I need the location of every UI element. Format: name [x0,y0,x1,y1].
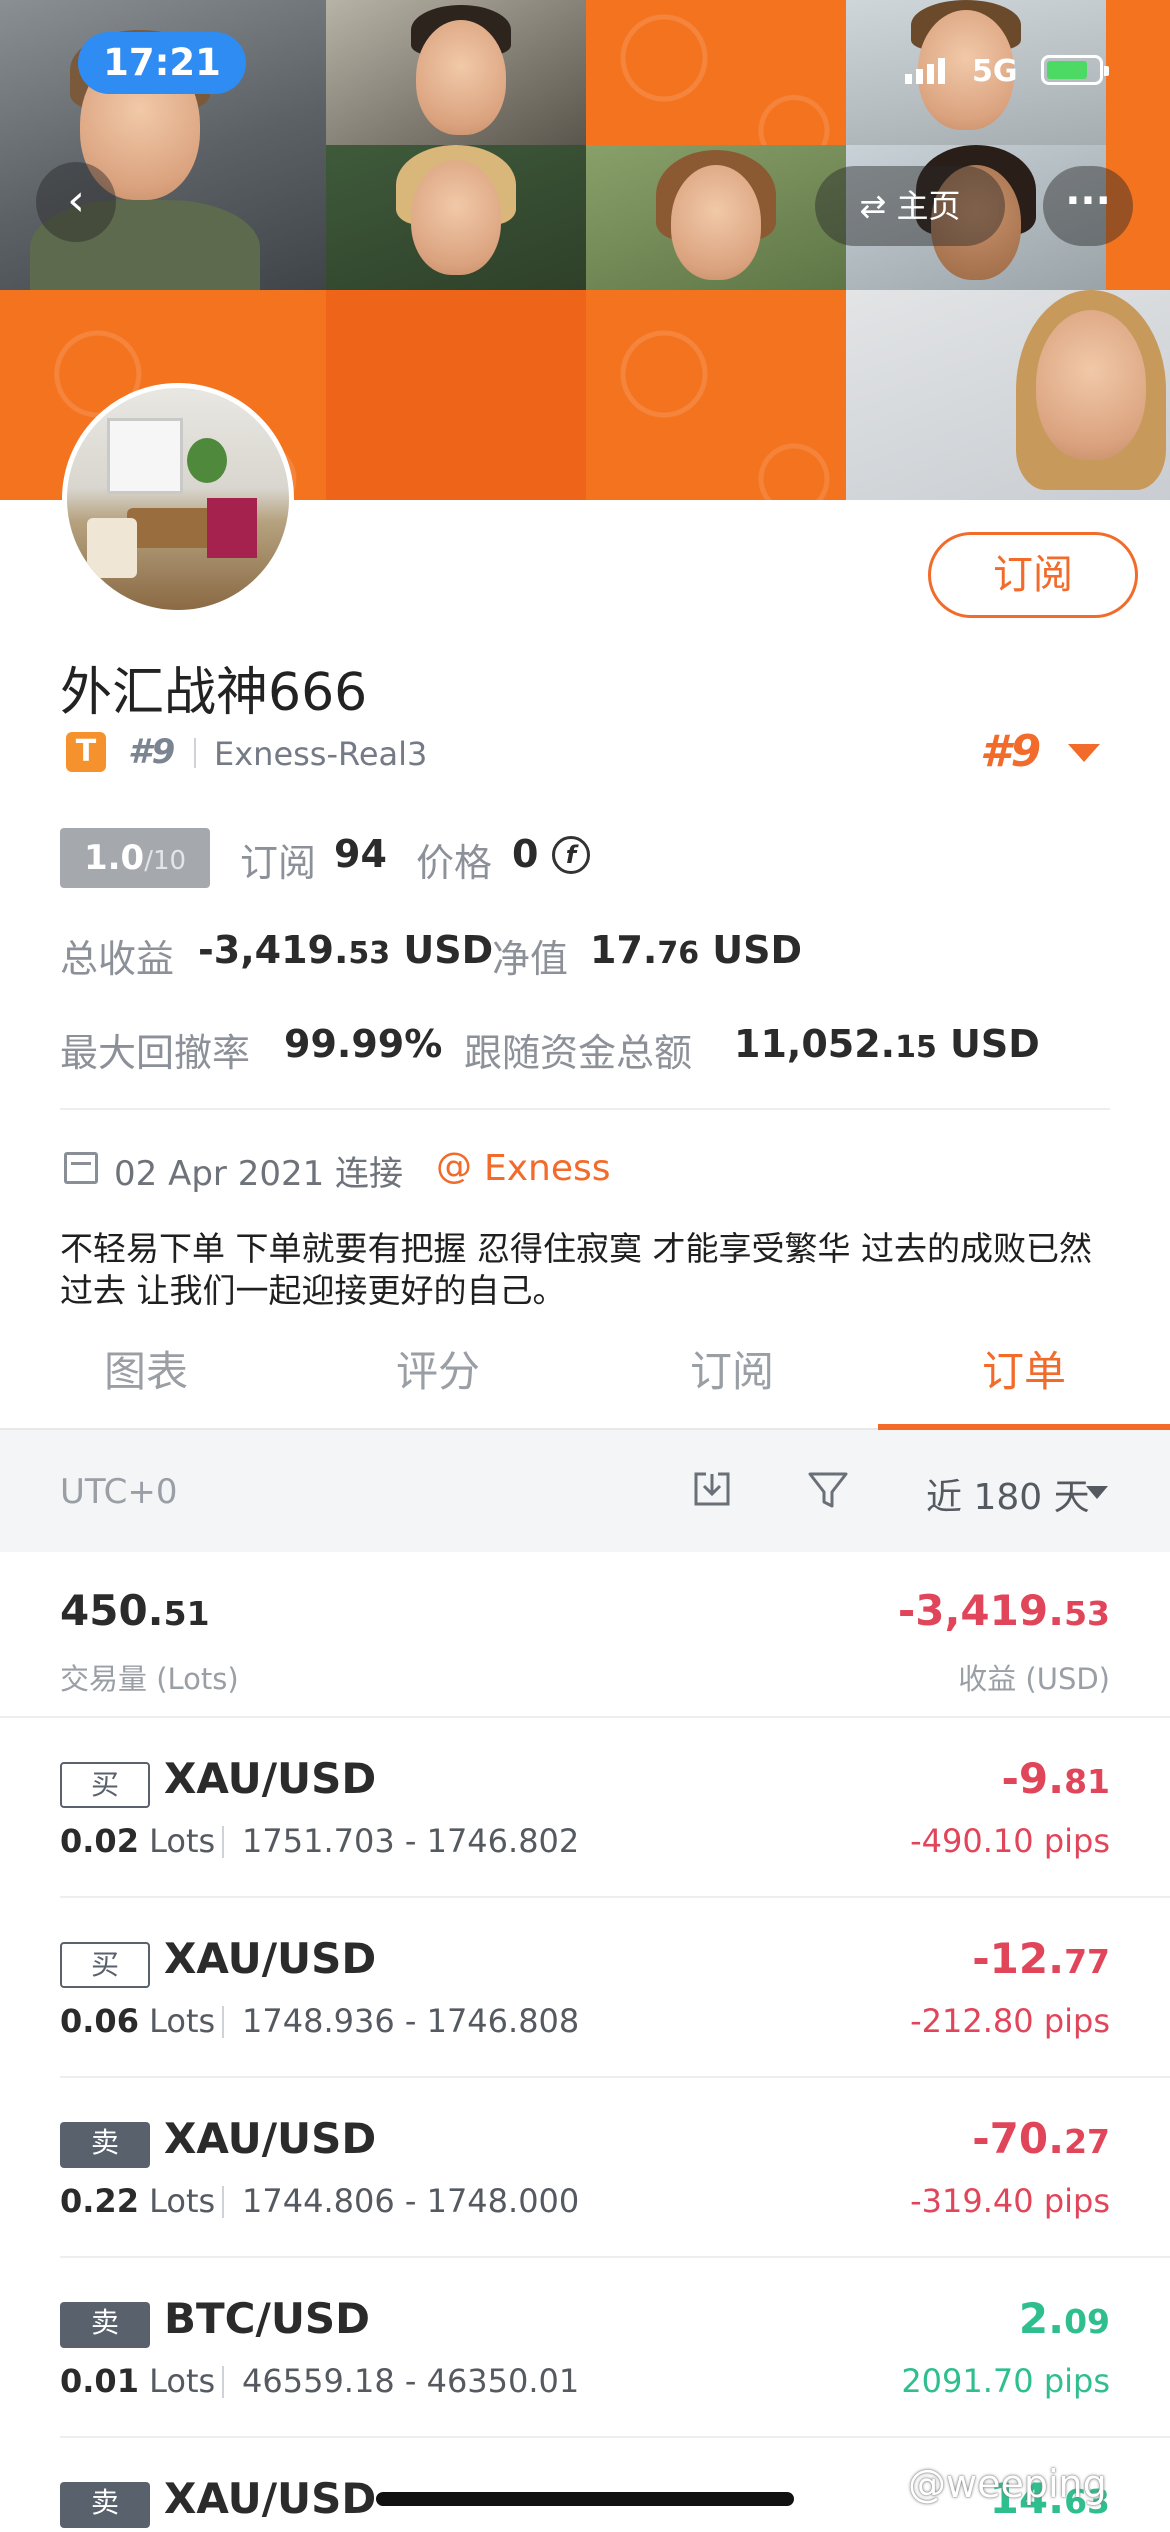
filter-icon[interactable] [806,1468,850,1512]
divider [222,2186,224,2218]
coin-icon: f [552,836,590,874]
order-symbol: XAU/USD [164,1934,377,1983]
follow-funds-label: 跟随资金总额 [464,1031,693,1075]
home-indicator [376,2492,794,2506]
banner-photo [846,290,1170,500]
order-side-badge: 买 [60,1762,150,1808]
order-pips: 2091.70 pips [901,2362,1110,2400]
order-price-range: 1751.703 - 1746.802 [242,1822,580,1860]
divider [222,2006,224,2038]
tab-orders[interactable]: 订单 [878,1338,1170,1399]
price-label: 价格 [416,841,493,885]
max-drawdown-value: 99.99% [284,1022,443,1066]
battery-icon [1041,55,1109,85]
order-price-range: 1748.936 - 1746.808 [242,2002,580,2040]
rank-label: #9 [128,732,176,772]
total-profit-label: 总收益 [60,937,175,981]
order-side-badge: 卖 [60,2482,150,2528]
trader-bio: 不轻易下单 下单就要有把握 忍得住寂寞 才能享受繁华 过去的成败已然过去 让我们… [60,1229,1092,1310]
period-select[interactable]: 近 180 天 [926,1468,1090,1520]
subscribe-button[interactable]: 订阅 [928,532,1138,618]
order-lots: 0.22 Lots [60,2182,216,2220]
status-time: 17:21 [78,32,246,94]
order-symbol: XAU/USD [164,1754,377,1803]
order-profit: -70.27 [972,2114,1110,2163]
order-lots: 0.06 Lots [60,2002,216,2040]
tab-subscriptions[interactable]: 订阅 [586,1338,878,1399]
back-button[interactable]: ‹ [36,162,116,242]
download-icon[interactable] [692,1468,732,1508]
broker-link[interactable]: Exness [484,1148,611,1189]
order-row[interactable]: 买 XAU/USD 0.06 Lots 1748.936 - 1746.808 … [0,1898,1170,2078]
banner-photo [586,145,846,290]
order-symbol: XAU/USD [164,2114,377,2163]
order-profit: -12.77 [972,1934,1110,1983]
trader-name: 外汇战神666 [60,663,368,723]
order-profit: 2.09 [1018,2294,1110,2343]
subscriptions-value: 94 [334,832,387,876]
order-price-range: 46559.18 - 46350.01 [242,2362,580,2400]
chevron-left-icon: ‹ [67,175,85,226]
at-icon: @ [436,1146,472,1187]
order-side-badge: 卖 [60,2122,150,2168]
order-row[interactable]: 卖 XAU/USD 0.22 Lots 1744.806 - 1748.000 … [0,2078,1170,2258]
timezone-label: UTC+0 [60,1472,178,1512]
connect-date: 02 Apr 2021 连接 [114,1154,404,1194]
order-row[interactable]: 卖 BTC/USD 0.01 Lots 46559.18 - 46350.01 … [0,2258,1170,2438]
summary-lots-label: 交易量 (Lots) [60,1662,239,1696]
order-pips: -212.80 pips [910,2002,1110,2040]
avatar[interactable] [62,383,294,615]
order-profit: -9.81 [1001,1754,1110,1803]
summary-profit: -3,419.53 [897,1586,1110,1635]
equity-label: 净值 [492,937,569,981]
home-button[interactable]: ⇄ 主页 [815,166,1005,246]
order-price-range: 1744.806 - 1748.000 [242,2182,580,2220]
banner-photo [326,145,586,290]
ranking-dropdown[interactable]: #9 [980,726,1041,777]
summary-lots: 450.51 [60,1586,210,1635]
divider [60,1108,1110,1110]
divider [194,738,196,768]
caret-down-icon[interactable] [1068,744,1100,762]
order-lots: 0.01 Lots [60,2362,216,2400]
network-type: 5G [972,54,1018,89]
divider [222,2366,224,2398]
banner-photo [326,0,586,145]
order-side-badge: 买 [60,1942,150,1988]
tab-chart[interactable]: 图表 [0,1338,292,1399]
more-options-button[interactable]: ··· [1043,166,1133,246]
subscriptions-label: 订阅 [240,841,317,885]
order-row[interactable]: 买 XAU/USD 0.02 Lots 1751.703 - 1746.802 … [0,1718,1170,1898]
price-value: 0 [512,832,539,876]
order-pips: -319.40 pips [910,2182,1110,2220]
score-badge: 1.0/10 [60,828,210,888]
order-symbol: BTC/USD [164,2294,371,2343]
caret-down-icon[interactable] [1086,1486,1108,1499]
summary-profit-label: 收益 (USD) [958,1662,1110,1696]
divider [222,1826,224,1858]
order-symbol: XAU/USD [164,2474,377,2523]
max-drawdown-label: 最大回撤率 [60,1031,251,1075]
tab-rating[interactable]: 评分 [292,1338,584,1399]
broker-account: Exness-Real3 [214,735,428,773]
signal-icon [905,58,945,84]
equity-value: 17.76 USD [590,928,803,972]
total-profit-value: -3,419.53 USD [198,928,494,972]
calendar-icon [64,1152,98,1184]
weibo-watermark: @weeping [908,2462,1107,2506]
trader-level-badge: T [66,732,106,772]
order-side-badge: 卖 [60,2302,150,2348]
order-pips: -490.10 pips [910,1822,1110,1860]
order-lots: 0.02 Lots [60,1822,216,1860]
follow-funds-value: 11,052.15 USD [734,1022,1040,1066]
